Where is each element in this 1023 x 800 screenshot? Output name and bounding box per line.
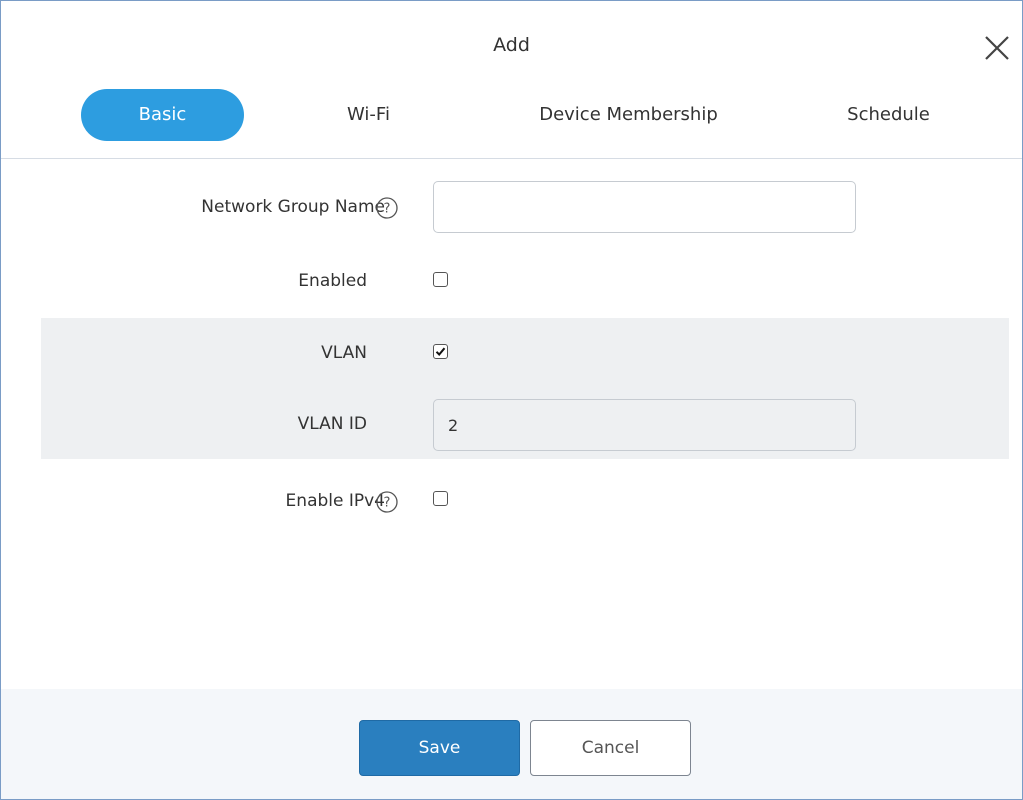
tab-device-membership[interactable]: Device Membership — [501, 89, 756, 141]
close-button[interactable] — [982, 33, 1012, 63]
cancel-button[interactable]: Cancel — [530, 720, 691, 776]
dialog-header: Add Basic Wi-Fi Device Membership Schedu… — [1, 1, 1022, 159]
help-icon[interactable]: ? — [375, 490, 399, 514]
svg-text:?: ? — [384, 496, 391, 511]
save-button[interactable]: Save — [359, 720, 520, 776]
checkmark-icon — [435, 347, 446, 356]
network-group-name-label: Network Group Name — [201, 197, 385, 217]
row-network-group-name: Network Group Name ? — [41, 177, 1009, 237]
vlan-checkbox[interactable] — [433, 344, 448, 359]
close-icon — [985, 36, 1009, 60]
tab-schedule[interactable]: Schedule — [816, 89, 961, 141]
enabled-checkbox[interactable] — [433, 272, 448, 287]
enable-ipv4-checkbox[interactable] — [433, 491, 448, 506]
vlan-label: VLAN — [321, 343, 367, 363]
dialog-title: Add — [493, 34, 530, 56]
svg-text:?: ? — [384, 202, 391, 217]
row-enabled: Enabled — [41, 257, 1009, 307]
enable-ipv4-label: Enable IPv4 — [285, 491, 385, 511]
tab-wifi[interactable]: Wi-Fi — [311, 89, 426, 141]
tab-basic[interactable]: Basic — [81, 89, 244, 141]
tab-bar: Basic Wi-Fi Device Membership Schedule — [1, 89, 1022, 141]
add-dialog: Add Basic Wi-Fi Device Membership Schedu… — [0, 0, 1023, 800]
help-icon[interactable]: ? — [375, 196, 399, 220]
vlan-id-input[interactable] — [433, 399, 856, 451]
network-group-name-input[interactable] — [433, 181, 856, 233]
dialog-footer: Save Cancel — [1, 689, 1022, 799]
enabled-label: Enabled — [298, 271, 367, 291]
vlan-section: VLAN VLAN ID — [41, 318, 1009, 459]
vlan-id-label: VLAN ID — [297, 414, 367, 434]
row-enable-ipv4: Enable IPv4 ? — [41, 475, 1009, 525]
